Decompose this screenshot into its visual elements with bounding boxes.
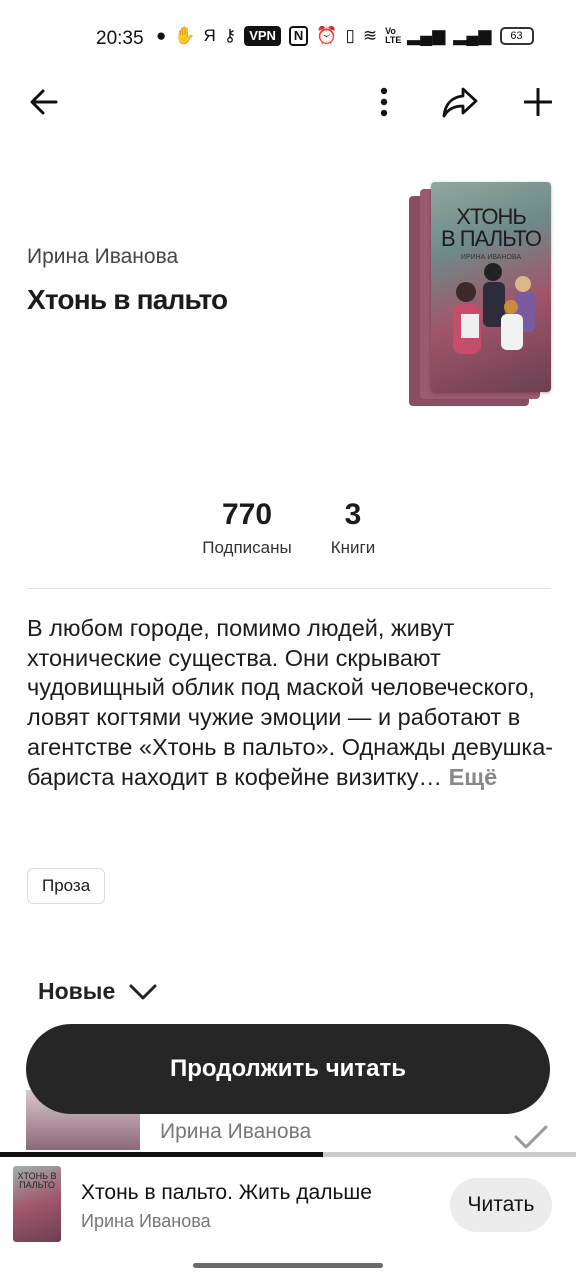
chevron-down-icon	[129, 984, 157, 999]
stat-label: Книги	[330, 538, 376, 557]
alarm-icon: ⏰	[316, 26, 338, 45]
mini-player-cover[interactable]: ХТОНЬ В ПАЛЬТО	[13, 1166, 61, 1242]
status-time: 20:35	[96, 28, 144, 49]
status-bar: 20:35 ● ✋ Я ⚷ VPN N ⏰ ▯ ≋ Vo LTE ▂▄▆ ▂▄▆…	[0, 22, 576, 56]
sort-label: Новые	[38, 978, 116, 1004]
book-title: Хтонь в пальто	[27, 284, 228, 315]
sort-dropdown[interactable]: Новые	[38, 978, 157, 1005]
more-options-button[interactable]	[362, 80, 406, 124]
list-item-author: Ирина Иванова	[160, 1120, 312, 1143]
more-link[interactable]: Ещё	[449, 764, 498, 790]
read-button[interactable]: Читать	[450, 1178, 552, 1232]
vibrate-icon: ▯	[345, 26, 355, 45]
volte-icon: Vo LTE	[385, 26, 402, 45]
gesture-icon: ✋	[174, 26, 196, 45]
book-cover[interactable]: ХТОНЬ В ПАЛЬТО ИРИНА ИВАНОВА	[409, 182, 551, 406]
stat-label: Подписаны	[202, 538, 292, 557]
vpn-icon: VPN	[244, 26, 281, 46]
stat-value: 770	[221, 498, 273, 531]
check-icon	[514, 1125, 548, 1149]
cover-front: ХТОНЬ В ПАЛЬТО ИРИНА ИВАНОВА	[431, 182, 551, 392]
wifi-icon: ≋	[362, 26, 378, 45]
message-icon: ●	[156, 26, 167, 45]
signal-icon: ▂▄▆	[407, 26, 446, 45]
genre-tag[interactable]: Проза	[27, 868, 106, 904]
signal-icon: ▂▄▆	[453, 26, 492, 45]
mini-player-author: Ирина Иванова	[81, 1211, 211, 1231]
mini-cover-text: ХТОНЬ В ПАЛЬТО	[17, 1171, 57, 1190]
stat-books[interactable]: 3 Книги	[318, 498, 388, 558]
stat-value: 3	[344, 498, 362, 531]
yandex-icon: Я	[203, 26, 216, 45]
continue-reading-button[interactable]: Продолжить читать	[26, 1024, 550, 1114]
book-author[interactable]: Ирина Иванова	[27, 245, 178, 269]
share-button[interactable]	[438, 80, 482, 124]
key-icon: ⚷	[223, 26, 237, 45]
back-button[interactable]	[22, 80, 66, 124]
arrow-left-icon	[30, 89, 58, 115]
share-arrow-icon	[442, 87, 478, 118]
cover-author: ИРИНА ИВАНОВА	[460, 254, 522, 261]
mini-player-title: Хтонь в пальто. Жить дальше	[81, 1181, 372, 1204]
home-indicator[interactable]	[193, 1263, 383, 1268]
battery-icon: 63	[499, 27, 534, 45]
kebab-menu-icon	[380, 87, 388, 117]
plus-icon	[524, 88, 552, 116]
nfc-icon: N	[288, 26, 309, 46]
cover-illustration	[453, 263, 535, 354]
cover-title: ХТОНЬ В ПАЛЬТО	[441, 204, 542, 251]
stat-subscribers: 770 Подписаны	[190, 498, 304, 558]
divider	[27, 588, 551, 589]
add-button[interactable]	[516, 80, 560, 124]
book-description: В любом городе, помимо людей, живут хтон…	[27, 614, 557, 792]
status-icons: ● ✋ Я ⚷ VPN N ⏰ ▯ ≋ Vo LTE ▂▄▆ ▂▄▆ 63	[156, 26, 534, 46]
